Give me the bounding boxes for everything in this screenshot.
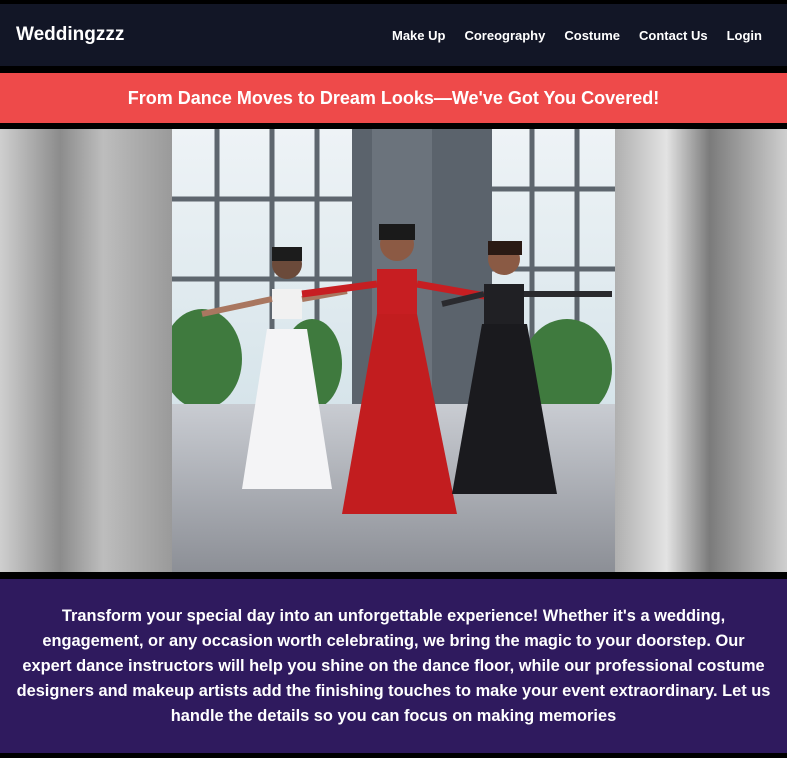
promo-banner: From Dance Moves to Dream Looks—We've Go…: [0, 73, 787, 123]
nav-link-contact-us[interactable]: Contact Us: [639, 28, 708, 43]
nav-link-costume[interactable]: Costume: [564, 28, 620, 43]
brand-logo[interactable]: Weddingzzz: [16, 24, 124, 46]
hero-media: [0, 129, 787, 572]
intro-text: Transform your special day into an unfor…: [16, 606, 771, 725]
top-navbar: Weddingzzz Make Up Coreography Costume C…: [0, 4, 787, 66]
nav-link-make-up[interactable]: Make Up: [392, 28, 445, 43]
hero-blur-right: [615, 129, 787, 572]
intro-section: Transform your special day into an unfor…: [0, 579, 787, 753]
dance-performers-photo: [172, 129, 615, 572]
nav-link-coreography[interactable]: Coreography: [464, 28, 545, 43]
hero-blur-left: [0, 129, 172, 572]
nav-link-login[interactable]: Login: [727, 28, 762, 43]
nav-links: Make Up Coreography Costume Contact Us L…: [392, 28, 762, 43]
